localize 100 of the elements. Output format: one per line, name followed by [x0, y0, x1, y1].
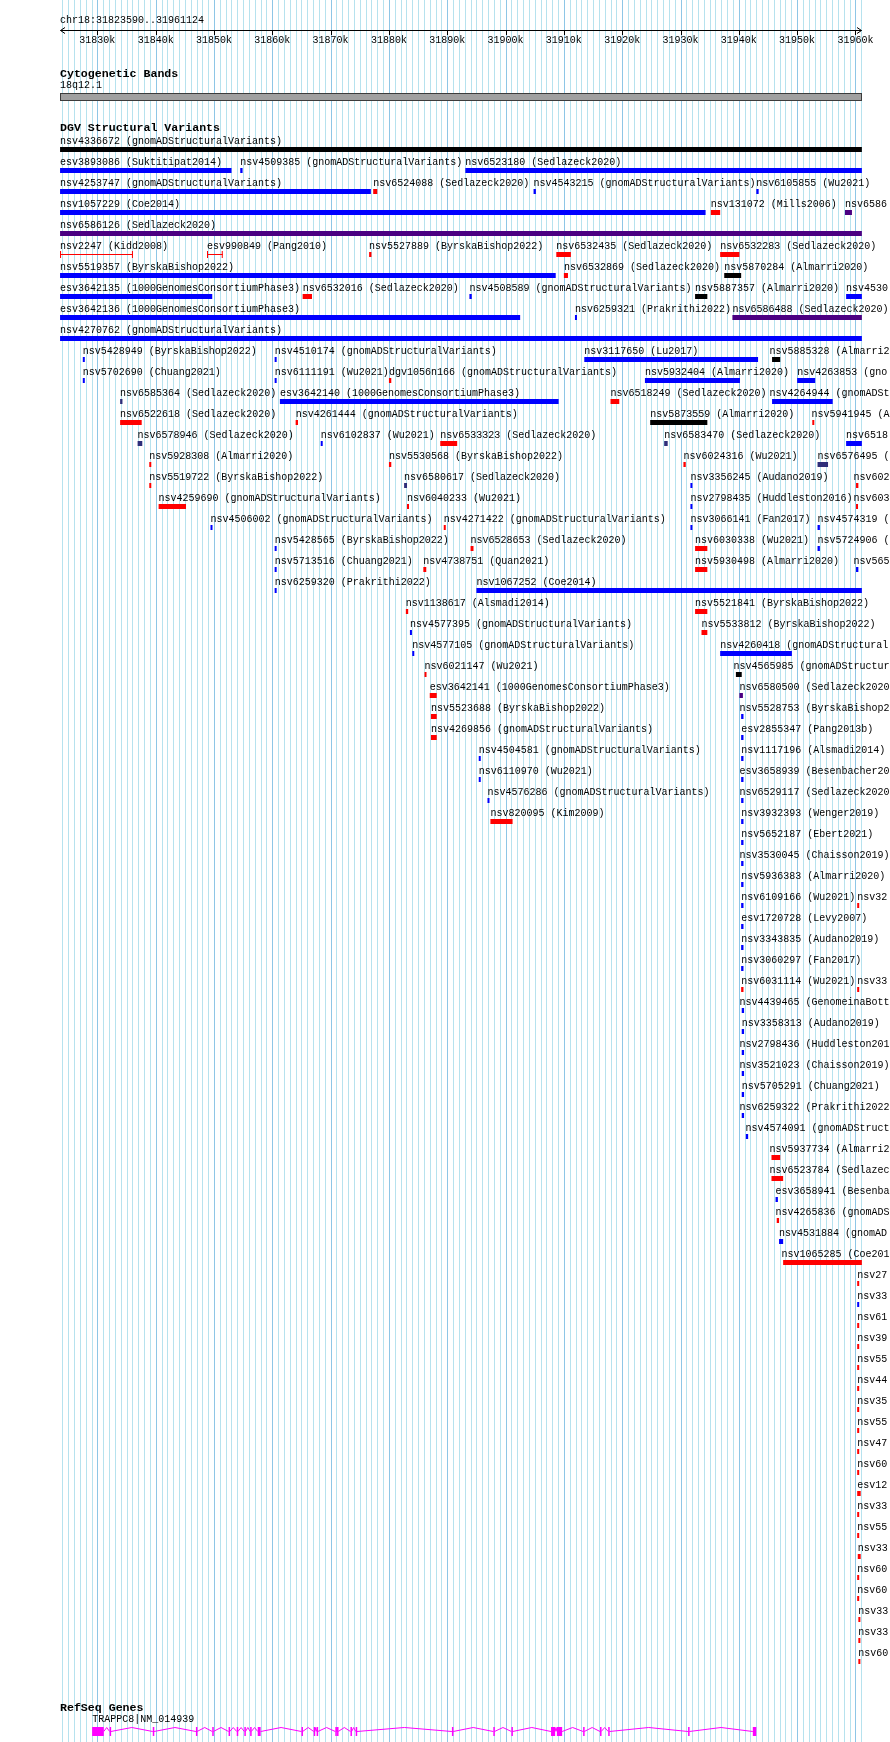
variant-label: nsv33	[857, 1500, 888, 1512]
variant-label: nsv33	[857, 1290, 888, 1302]
variant-label: nsv4576286 (gnomADStructuralVariants)	[487, 786, 710, 798]
variant-label: nsv5932404 (Almarri2020)	[644, 366, 789, 378]
variant-label: esv3658939 (Besenbacher20	[739, 765, 890, 777]
variant-label: nsv6102837 (Wu2021)	[320, 429, 435, 441]
variant-label: nsv6529117 (Sedlazeck2020	[739, 786, 890, 798]
chromosome-band[interactable]	[60, 93, 862, 101]
variant-label: nsv60	[857, 1584, 888, 1596]
variant-label: nsv4264944 (gnomADSt	[769, 387, 890, 399]
variant-bar[interactable]	[741, 1050, 745, 1055]
band-label: 18q12.1	[60, 80, 102, 92]
variant-bar[interactable]	[724, 273, 742, 278]
variant-label: nsv6580500 (Sedlazeck2020	[739, 681, 890, 693]
variant-bar[interactable]	[844, 210, 852, 215]
variant-label: nsv1067252 (Coe2014)	[476, 576, 597, 588]
variant-label: nsv4259690 (gnomADStructuralVariants)	[158, 492, 381, 504]
variant-label: nsv6518	[846, 429, 889, 441]
variant-label: nsv5930498 (Almarri2020)	[695, 555, 840, 567]
variant-label: nsv5937734 (Almarri2	[769, 1143, 890, 1155]
variant-label: nsv4543215 (gnomADStructuralVariants)	[533, 177, 756, 189]
variant-label: nsv4263853 (gno	[797, 366, 888, 378]
variant-label: nsv4577105 (gnomADStructuralVariants)	[412, 639, 635, 651]
variant-label: nsv60	[858, 1647, 889, 1659]
variant-label: esv3642136 (1000GenomesConsortiumPhase3)	[60, 303, 301, 315]
variant-label: nsv5519722 (ByrskaBishop2022)	[149, 471, 324, 483]
variant-label: nsv5928308 (Almarri2020)	[149, 450, 294, 462]
variant-span-line[interactable]	[59, 250, 134, 259]
variant-label: nsv60	[857, 1563, 888, 1575]
variant-label: esv3642140 (1000GenomesConsortiumPhase3)	[279, 387, 520, 399]
tick-label: 31840k	[137, 35, 174, 47]
variant-label: nsv6111191 (Wu2021)	[274, 366, 389, 378]
variant-label: nsv5936383 (Almarri2020)	[741, 870, 886, 882]
variant-bar[interactable]	[772, 357, 781, 362]
track-title: Cytogenetic Bands	[60, 68, 179, 80]
variant-label: nsv5885328 (Almarri2	[769, 345, 890, 357]
variant-bar[interactable]	[741, 1071, 745, 1076]
variant-label: nsv6532283 (Sedlazeck2020)	[720, 240, 877, 252]
variant-bar[interactable]	[741, 1029, 745, 1034]
variant-label: nsv6586488 (Sedlazeck2020)	[732, 303, 889, 315]
gene-model-drawing[interactable]	[92, 1727, 757, 1736]
variant-label: nsv5428949 (ByrskaBishop2022)	[82, 345, 257, 357]
variant-label: esv1720728 (Levy2007)	[741, 912, 868, 924]
tick-label: 31950k	[779, 35, 816, 47]
variant-bar[interactable]	[409, 630, 412, 635]
variant-label: nsv5702690 (Chuang2021)	[82, 366, 221, 378]
variant-label: nsv1117196 (Alsmadi2014)	[741, 744, 886, 756]
variant-bar[interactable]	[741, 1092, 745, 1097]
variant-label: nsv3358313 (Audano2019)	[741, 1017, 880, 1029]
variant-bar[interactable]	[137, 441, 143, 446]
variant-label: nsv6024316 (Wu2021)	[683, 450, 798, 462]
variant-label: nsv6586126 (Sedlazeck2020)	[60, 219, 217, 231]
variant-bar[interactable]	[735, 672, 742, 677]
variant-span-line[interactable]	[206, 250, 224, 259]
variant-label: nsv6105855 (Wu2021)	[756, 177, 871, 189]
variant-label: nsv33	[857, 1542, 888, 1554]
variant-label: esv12	[857, 1479, 888, 1491]
variant-label: nsv4508589 (gnomADStructuralVariants)	[469, 282, 692, 294]
variant-label: nsv5870284 (Almarri2020)	[724, 261, 869, 273]
variant-label: nsv5873559 (Almarri2020)	[650, 408, 795, 420]
variant-label: nsv6524088 (Sedlazeck2020)	[373, 177, 530, 189]
variant-bar[interactable]	[741, 1113, 745, 1118]
variant-bar[interactable]	[817, 462, 829, 467]
variant-label: esv3893086 (Suktitipat2014)	[60, 156, 223, 168]
variant-bar[interactable]	[695, 294, 708, 299]
variant-label: nsv39	[857, 1332, 888, 1344]
variant-label: nsv4253747 (gnomADStructuralVariants)	[60, 177, 283, 189]
variant-label: dgv1056n166 (gnomADStructuralVariants)	[388, 366, 617, 378]
variant-bar[interactable]	[741, 1008, 745, 1013]
variant-label: nsv32	[857, 891, 888, 903]
variant-label: nsv6580617 (Sedlazeck2020)	[404, 471, 561, 483]
variant-label: nsv33	[857, 975, 888, 987]
variant-label: nsv5519357 (ByrskaBishop2022)	[60, 261, 235, 273]
variant-bar[interactable]	[745, 1134, 749, 1139]
variant-label: nsv4530	[846, 282, 889, 294]
variant-label: esv3658941 (Besenba	[775, 1185, 890, 1197]
variant-label: nsv4506002 (gnomADStructuralVariants)	[210, 513, 433, 525]
tick-label: 31960k	[837, 35, 874, 47]
tick-label: 31860k	[254, 35, 291, 47]
variant-label: nsv4504581 (gnomADStructuralVariants)	[478, 744, 701, 756]
variant-label: nsv2798436 (Huddleston201	[739, 1038, 890, 1050]
variant-label: nsv6030338 (Wu2021)	[695, 534, 810, 546]
variant-label: nsv4509385 (gnomADStructuralVariants)	[240, 156, 463, 168]
variant-label: nsv55	[857, 1353, 888, 1365]
track-title: DGV Structural Variants	[60, 122, 221, 134]
variant-label: nsv5527889 (ByrskaBishop2022)	[369, 240, 544, 252]
variant-label: nsv33	[858, 1626, 889, 1638]
tick-label: 31900k	[487, 35, 524, 47]
variant-label: nsv1065285 (Coe201	[781, 1248, 890, 1260]
variant-label: nsv4439465 (GenomeinaBott	[739, 996, 890, 1008]
variant-label: nsv6259322 (Prakrithi2022	[739, 1101, 890, 1113]
variant-label: nsv5724906 (	[817, 534, 890, 546]
variant-label: nsv820095 (Kim2009)	[490, 807, 605, 819]
variant-label: nsv2247 (Kidd2008)	[60, 240, 169, 252]
variant-label: esv2855347 (Pang2013b)	[741, 723, 874, 735]
variant-label: nsv5533812 (ByrskaBishop2022)	[701, 618, 876, 630]
variant-bar[interactable]	[779, 1239, 784, 1244]
variant-bar[interactable]	[574, 315, 577, 320]
variant-label: nsv5523688 (ByrskaBishop2022)	[430, 702, 605, 714]
variant-label: nsv603	[853, 492, 890, 504]
